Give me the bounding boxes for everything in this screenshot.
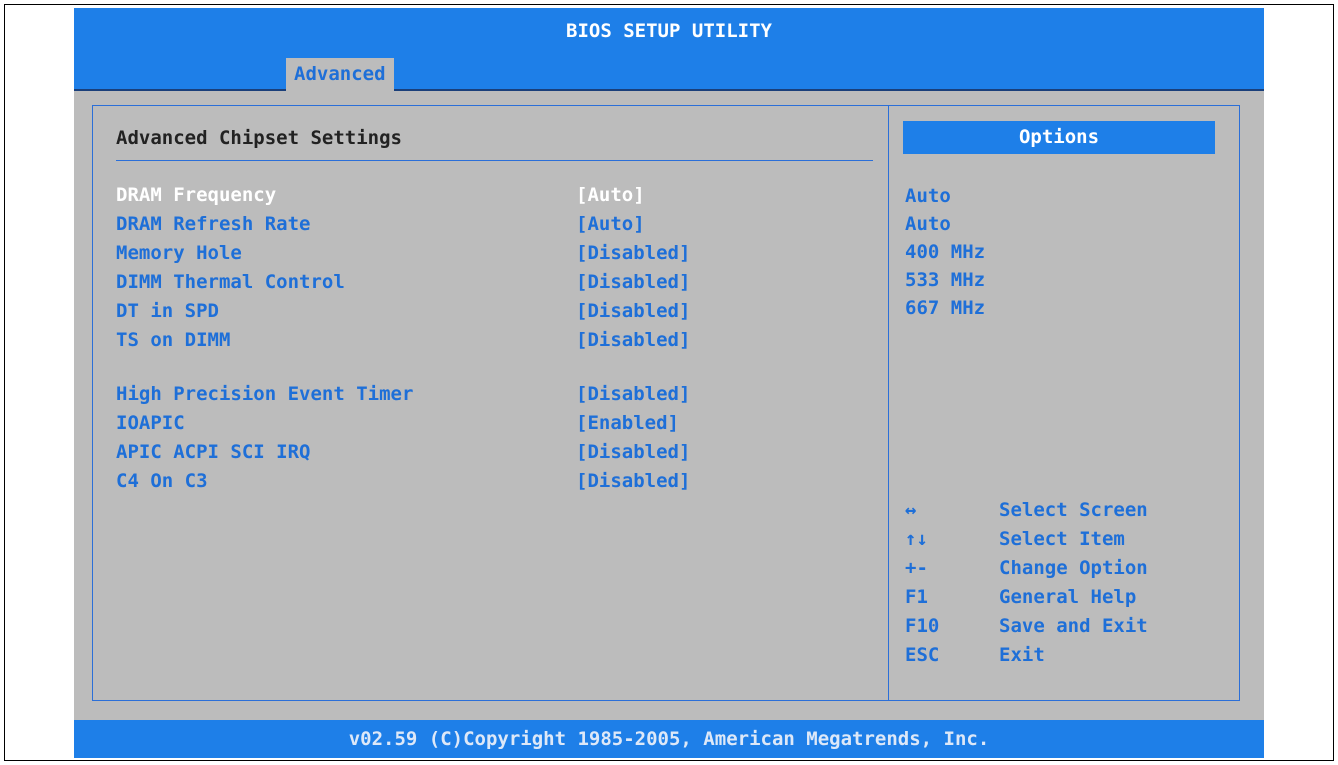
help-save-exit: F10 Save and Exit	[905, 612, 1215, 641]
up-down-arrow-icon: ↑↓	[905, 528, 928, 550]
setting-value[interactable]: [Disabled]	[576, 468, 690, 494]
setting-name: APIC ACPI SCI IRQ	[116, 441, 311, 463]
help-desc: Select Screen	[999, 499, 1148, 521]
help-desc: General Help	[999, 586, 1137, 608]
option-item[interactable]: 533 MHz	[905, 267, 985, 293]
setting-value[interactable]: [Auto]	[576, 211, 645, 237]
setting-ioapic[interactable]: IOAPIC [Enabled]	[116, 410, 816, 436]
help-desc: Select Item	[999, 528, 1125, 550]
setting-name: DRAM Refresh Rate	[116, 213, 311, 235]
setting-value[interactable]: [Disabled]	[576, 269, 690, 295]
panel-divider	[888, 106, 889, 700]
help-select-screen: ↔ Select Screen	[905, 496, 1215, 525]
setting-value[interactable]: [Auto]	[576, 182, 645, 208]
help-select-item: ↑↓ Select Item	[905, 525, 1215, 554]
setting-value[interactable]: [Disabled]	[576, 298, 690, 324]
help-key: F10	[905, 615, 940, 637]
help-key: ESC	[905, 644, 940, 666]
setting-memory-hole[interactable]: Memory Hole [Disabled]	[116, 240, 816, 266]
option-item[interactable]: Auto	[905, 211, 951, 237]
tab-bar: Advanced	[74, 55, 1264, 91]
setting-dram-refresh-rate[interactable]: DRAM Refresh Rate [Auto]	[116, 211, 816, 237]
help-general-help: F1 General Help	[905, 583, 1215, 612]
setting-dt-in-spd[interactable]: DT in SPD [Disabled]	[116, 298, 816, 324]
help-desc: Change Option	[999, 557, 1148, 579]
title-bar: BIOS SETUP UTILITY	[74, 8, 1264, 56]
setting-apic-acpi-sci-irq[interactable]: APIC ACPI SCI IRQ [Disabled]	[116, 439, 816, 465]
setting-name: DT in SPD	[116, 300, 219, 322]
setting-name: DRAM Frequency	[116, 184, 277, 206]
setting-name: IOAPIC	[116, 412, 185, 434]
tab-advanced[interactable]: Advanced	[286, 58, 394, 91]
setting-value[interactable]: [Disabled]	[576, 381, 690, 407]
setting-dram-frequency[interactable]: DRAM Frequency [Auto]	[116, 182, 816, 208]
setting-c4-on-c3[interactable]: C4 On C3 [Disabled]	[116, 468, 816, 494]
setting-value[interactable]: [Disabled]	[576, 240, 690, 266]
help-desc: Exit	[999, 644, 1045, 666]
option-item[interactable]: 667 MHz	[905, 295, 985, 321]
copyright-footer: v02.59 (C)Copyright 1985-2005, American …	[74, 720, 1264, 758]
setting-hpet[interactable]: High Precision Event Timer [Disabled]	[116, 381, 816, 407]
bios-window: BIOS SETUP UTILITY Advanced Advanced Chi…	[74, 8, 1264, 758]
help-key: F1	[905, 586, 928, 608]
option-item[interactable]: Auto	[905, 183, 951, 209]
help-change-option: +- Change Option	[905, 554, 1215, 583]
setting-value[interactable]: [Disabled]	[576, 327, 690, 353]
left-right-arrow-icon: ↔	[905, 499, 917, 521]
options-header: Options	[903, 121, 1215, 154]
setting-value[interactable]: [Enabled]	[576, 410, 679, 436]
main-panel: Advanced Chipset Settings DRAM Frequency…	[92, 105, 1240, 701]
help-exit: ESC Exit	[905, 641, 1215, 670]
setting-name: C4 On C3	[116, 470, 208, 492]
setting-dimm-thermal-control[interactable]: DIMM Thermal Control [Disabled]	[116, 269, 816, 295]
section-underline	[116, 160, 873, 161]
setting-name: DIMM Thermal Control	[116, 271, 345, 293]
setting-name: TS on DIMM	[116, 329, 231, 351]
section-title: Advanced Chipset Settings	[116, 127, 402, 149]
setting-value[interactable]: [Disabled]	[576, 439, 690, 465]
setting-name: Memory Hole	[116, 242, 242, 264]
setting-name: High Precision Event Timer	[116, 383, 414, 405]
help-key: +-	[905, 557, 928, 579]
help-desc: Save and Exit	[999, 615, 1148, 637]
setting-ts-on-dimm[interactable]: TS on DIMM [Disabled]	[116, 327, 816, 353]
option-item[interactable]: 400 MHz	[905, 239, 985, 265]
